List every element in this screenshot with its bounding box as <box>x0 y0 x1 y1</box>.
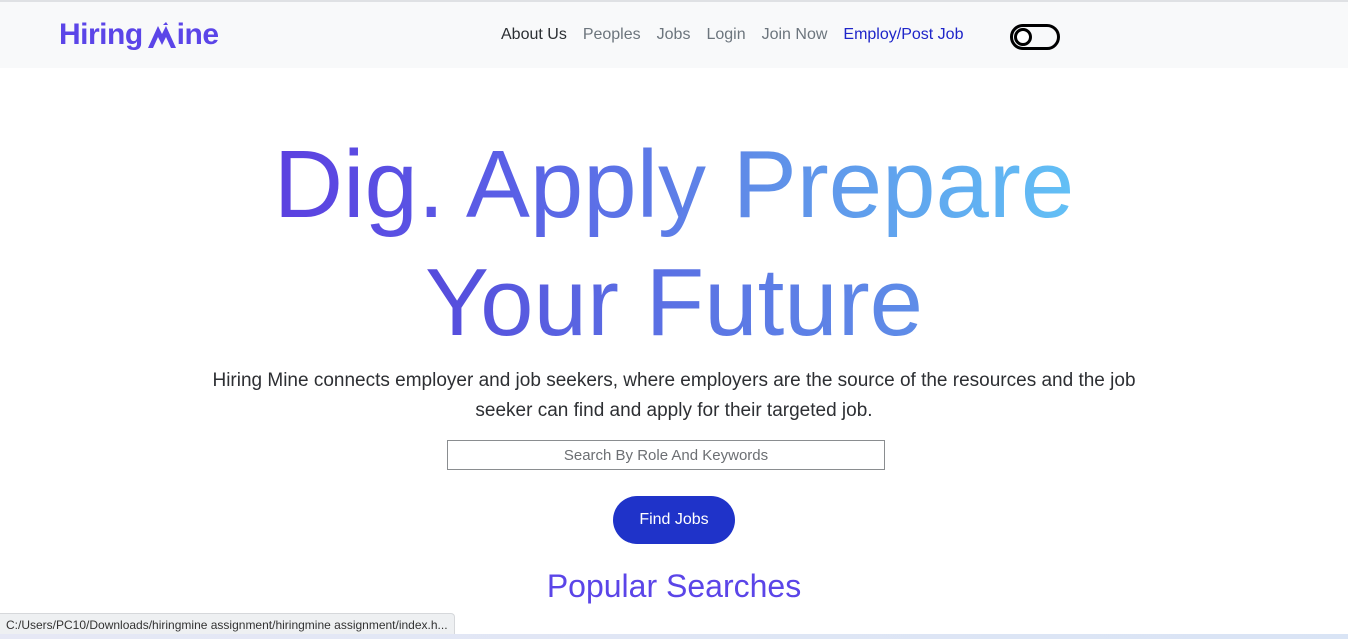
search-input[interactable] <box>447 440 885 470</box>
nav-join-now[interactable]: Join Now <box>762 26 828 44</box>
find-jobs-button[interactable]: Find Jobs <box>613 496 735 544</box>
hero-heading-your-future: Your Future <box>419 249 929 356</box>
mountain-m-icon <box>147 20 177 50</box>
theme-toggle-switch[interactable] <box>1010 24 1060 50</box>
hero-heading-line2: Your Future <box>0 244 1348 362</box>
nav-about-us[interactable]: About Us <box>501 26 567 44</box>
nav-peoples[interactable]: Peoples <box>583 26 641 44</box>
hero-heading-prepare: Prepare <box>732 131 1075 238</box>
brand-name-part1: Hiring <box>59 18 143 51</box>
hero-heading-line1: Dig. Apply Prepare <box>0 126 1348 244</box>
window-bottom-edge <box>0 634 1348 639</box>
hero-description: Hiring Mine connects employer and job se… <box>212 370 1136 421</box>
brand-name-part2: ine <box>176 18 219 51</box>
nav-jobs[interactable]: Jobs <box>657 26 691 44</box>
navbar: Hiring ine About Us Peoples Jobs Login J… <box>0 2 1348 68</box>
toggle-knob-icon <box>1014 28 1032 46</box>
brand-logo[interactable]: Hiring ine <box>59 16 219 54</box>
hero-heading-part1: Dig. Apply Prepare <box>268 131 1080 238</box>
popular-searches-heading: Popular Searches <box>546 568 802 604</box>
nav-login[interactable]: Login <box>706 26 745 44</box>
hero-heading-dig-apply: Dig. Apply <box>273 131 707 238</box>
nav-employ-post-job[interactable]: Employ/Post Job <box>843 26 963 44</box>
main-nav: About Us Peoples Jobs Login Join Now Emp… <box>501 26 979 44</box>
